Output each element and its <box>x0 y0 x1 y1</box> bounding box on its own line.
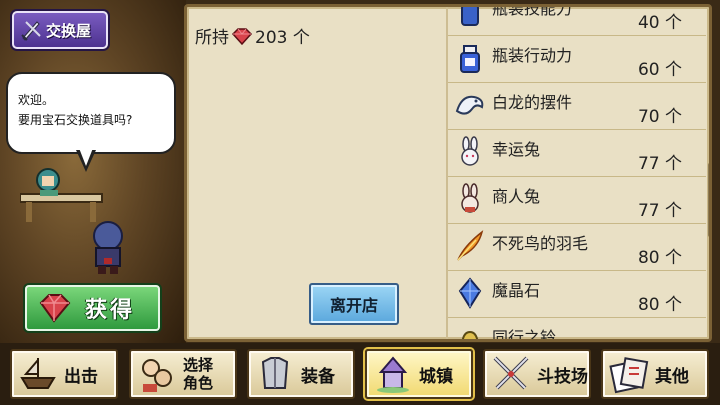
greeting-line-1: 欢迎。 <box>18 93 55 107</box>
shop-title: 交换屋 <box>46 21 92 40</box>
bottom-nav: 出击 选择 角色 装备 城镇 斗技场 其他 <box>0 343 720 405</box>
item-name: 白龙的摆件 <box>492 93 573 112</box>
crystal-icon <box>458 277 482 309</box>
ship-icon <box>20 358 56 389</box>
list-item[interactable]: 不死鸟的羽毛 80 个 <box>448 224 706 271</box>
greeting-line-2: 要用宝石交换道具吗? <box>18 113 133 127</box>
obtain-button[interactable]: 获得 <box>25 285 160 331</box>
shop-scene: 交换屋 欢迎。 要用宝石交换道具吗? 获得 <box>0 0 186 345</box>
bell-icon <box>461 330 479 339</box>
gem-icon <box>39 294 71 323</box>
item-name: 不死鸟的羽毛 <box>492 234 589 253</box>
leave-shop-label: 离开店 <box>329 296 378 315</box>
gems-owned-count: 203 个 <box>255 28 310 48</box>
item-price: 77 个 <box>637 154 682 174</box>
nav-select-line-1: 选择 <box>183 356 214 374</box>
nav-arena-label: 斗技场 <box>537 366 588 387</box>
armor-icon <box>261 357 289 389</box>
item-price: 60 个 <box>637 60 682 80</box>
item-name: 瓶装技能力 <box>492 4 573 18</box>
list-item[interactable]: 同行之铃 <box>448 318 706 342</box>
nav-sortie[interactable]: 出击 <box>10 349 118 399</box>
rabbit-icon <box>461 183 479 213</box>
bottle-icon <box>461 7 479 26</box>
list-item[interactable]: 瓶装技能力 40 个 <box>448 4 706 36</box>
characters-icon <box>142 359 172 392</box>
nav-other[interactable]: 其他 <box>601 349 709 399</box>
nav-equipment-label: 装备 <box>301 366 335 387</box>
hero-sprite <box>93 221 123 274</box>
list-item[interactable]: 白龙的摆件 70 个 <box>448 83 706 130</box>
rabbit-icon <box>461 136 479 166</box>
item-price: 70 个 <box>637 107 682 127</box>
item-name: 商人兔 <box>492 187 541 206</box>
bottle-icon <box>460 45 480 73</box>
shop-title-badge: 交换屋 <box>12 11 108 49</box>
list-item[interactable]: 瓶装行动力 60 个 <box>448 36 706 83</box>
list-item[interactable]: 商人兔 77 个 <box>448 177 706 224</box>
item-name: 瓶装行动力 <box>492 46 573 65</box>
item-price: 40 个 <box>637 13 682 33</box>
list-item[interactable]: 幸运兔 77 个 <box>448 130 706 177</box>
item-price: 77 个 <box>637 201 682 221</box>
item-list[interactable]: 瓶装技能力 40 个 瓶装行动力 60 个 白龙的摆件 70 个 幸运兔 77 … <box>446 4 706 342</box>
leave-shop-button[interactable]: 离开店 <box>309 283 399 325</box>
feather-icon <box>457 230 484 261</box>
nav-equipment[interactable]: 装备 <box>247 349 355 399</box>
gems-owned: 所持 203 个 <box>195 23 310 48</box>
item-name: 魔晶石 <box>492 281 541 300</box>
item-name: 幸运兔 <box>492 140 541 159</box>
swords-icon <box>21 21 41 41</box>
item-name: 同行之铃 <box>492 328 557 342</box>
exchange-panel: 所持 203 个 离开店 瓶装技能力 40 个 瓶装行动力 60 个 白龙的摆件… <box>184 4 712 342</box>
nav-select-character[interactable]: 选择 角色 <box>129 349 237 399</box>
white-dragon-icon <box>455 95 484 115</box>
obtain-button-label: 获得 <box>85 298 136 323</box>
town-icon <box>377 356 409 393</box>
shopkeeper-sprite <box>20 168 103 222</box>
nav-sortie-label: 出击 <box>64 366 98 387</box>
item-list-scrollbar[interactable] <box>708 163 709 237</box>
item-price: 80 个 <box>637 248 682 268</box>
cards-icon <box>609 357 649 394</box>
nav-select-line-2: 角色 <box>183 374 214 392</box>
nav-town[interactable]: 城镇 <box>365 349 473 399</box>
nav-select-character-label: 选择 角色 <box>183 356 213 392</box>
nav-town-label: 城镇 <box>419 366 453 387</box>
crossed-swords-icon <box>493 356 529 390</box>
nav-arena[interactable]: 斗技场 <box>483 349 591 399</box>
gems-owned-label: 所持 <box>195 28 229 48</box>
gem-icon <box>231 27 253 45</box>
speech-bubble: 欢迎。 要用宝石交换道具吗? <box>6 72 176 154</box>
item-price: 80 个 <box>637 295 682 315</box>
list-item[interactable]: 魔晶石 80 个 <box>448 271 706 318</box>
nav-other-label: 其他 <box>655 366 689 387</box>
